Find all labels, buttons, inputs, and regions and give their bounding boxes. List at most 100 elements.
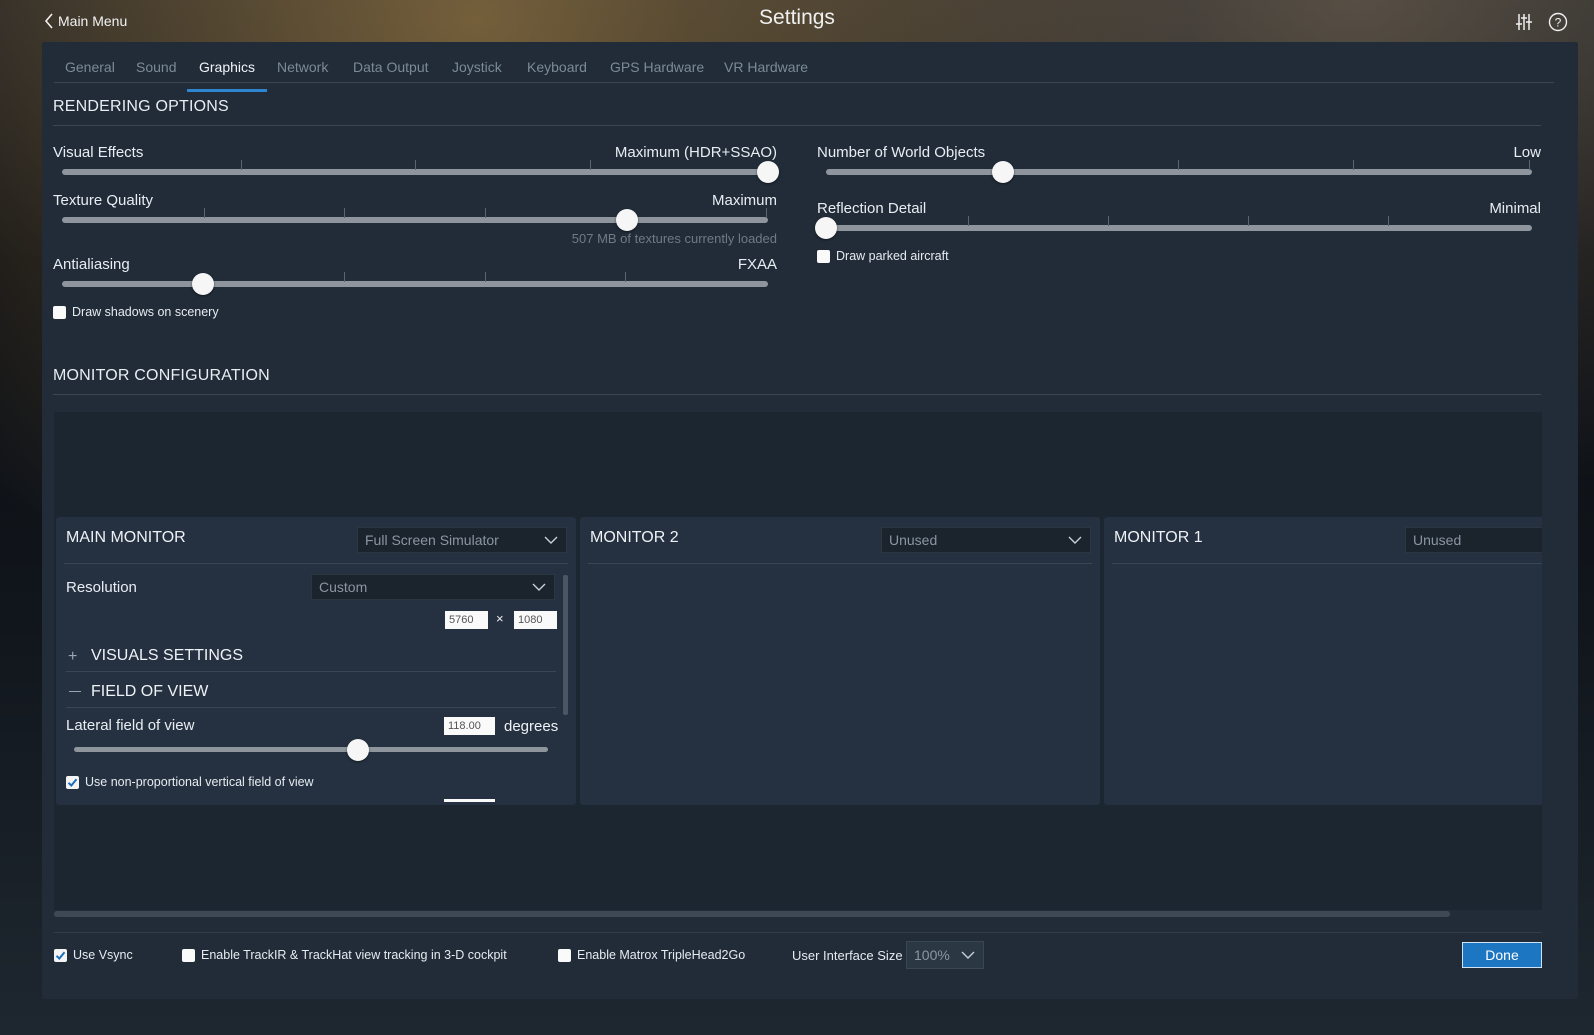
top-bar: Main Menu Settings ?: [0, 0, 1594, 42]
antialiasing-value: FXAA: [737, 256, 777, 273]
ui-size-label: User Interface Size: [792, 948, 903, 963]
world-objects-label: Number of World Objects: [817, 144, 986, 161]
trackir-checkbox[interactable]: Enable TrackIR & TrackHat view tracking …: [182, 948, 507, 962]
checkbox-box[interactable]: [182, 948, 195, 962]
visual-effects-value: Maximum (HDR+SSAO): [614, 144, 777, 161]
checkbox-box[interactable]: [817, 249, 830, 263]
visual-effects-slider-thumb[interactable]: [757, 161, 779, 183]
reflection-detail-slider-thumb[interactable]: [815, 217, 837, 239]
ui-size-dropdown[interactable]: 100%: [906, 941, 984, 969]
section-divider: [53, 394, 1541, 395]
monitor-1-card: MONITOR 1 Unused: [1104, 517, 1542, 805]
use-vsync-checkbox[interactable]: Use Vsync: [54, 948, 133, 962]
lateral-fov-slider-thumb[interactable]: [347, 739, 370, 761]
tab-general[interactable]: General: [65, 59, 115, 75]
sliders-icon[interactable]: [1514, 12, 1534, 32]
monitor-1-title: MONITOR 1: [1114, 529, 1203, 546]
tab-graphics[interactable]: Graphics: [199, 59, 255, 75]
antialiasing-slider-thumb[interactable]: [192, 273, 215, 295]
field-of-view-toggle[interactable]: FIELD OF VIEW: [91, 683, 208, 701]
minus-icon[interactable]: [69, 691, 81, 692]
world-objects-slider[interactable]: [826, 169, 1532, 175]
tab-gps-hardware[interactable]: GPS Hardware: [610, 59, 704, 75]
partial-input-field: [444, 799, 495, 802]
done-button[interactable]: Done: [1462, 942, 1542, 968]
monitor-configuration-heading: MONITOR CONFIGURATION: [53, 367, 270, 384]
resolution-mode-value: Custom: [319, 579, 368, 595]
times-sign: ×: [496, 611, 504, 626]
slider-tick: [344, 272, 345, 282]
tab-network[interactable]: Network: [277, 59, 328, 75]
textures-loaded-note: 507 MB of textures currently loaded: [571, 231, 777, 246]
main-monitor-title: MAIN MONITOR: [66, 529, 186, 546]
card-divider: [1112, 563, 1542, 564]
slider-tick: [1353, 160, 1354, 170]
plus-icon[interactable]: +: [68, 648, 77, 666]
slider-tick: [625, 272, 626, 282]
visuals-settings-toggle[interactable]: VISUALS SETTINGS: [91, 647, 243, 665]
section-divider: [53, 125, 1541, 126]
draw-parked-aircraft-checkbox[interactable]: Draw parked aircraft: [817, 249, 949, 263]
bottom-divider: [54, 932, 1542, 933]
lateral-fov-input[interactable]: 118.00: [444, 717, 495, 735]
slider-tick: [1248, 216, 1249, 226]
slider-tick: [344, 208, 345, 218]
chevron-down-icon: [1068, 536, 1082, 544]
resolution-dropdown[interactable]: Custom: [311, 574, 555, 600]
checkmark-icon: [67, 778, 78, 787]
card-divider: [66, 671, 556, 672]
non-proportional-fov-checkbox[interactable]: Use non-proportional vertical field of v…: [66, 775, 314, 789]
slider-tick: [766, 208, 767, 218]
monitor-2-mode-dropdown[interactable]: Unused: [881, 527, 1091, 553]
draw-shadows-label: Draw shadows on scenery: [72, 305, 219, 319]
slider-tick: [1178, 160, 1179, 170]
slider-tick: [1388, 216, 1389, 226]
card-divider: [64, 563, 568, 564]
monitor-area-horizontal-scrollbar[interactable]: [54, 911, 1450, 917]
checkbox-box[interactable]: [66, 775, 79, 789]
slider-tick: [1108, 216, 1109, 226]
active-tab-indicator: [187, 89, 267, 92]
monitor-2-card: MONITOR 2 Unused: [580, 517, 1100, 805]
slider-tick: [590, 160, 591, 170]
texture-quality-label: Texture Quality: [53, 192, 154, 209]
resolution-width-input[interactable]: 5760: [445, 611, 488, 629]
slider-tick: [415, 160, 416, 170]
tab-sound[interactable]: Sound: [136, 59, 176, 75]
draw-shadows-checkbox[interactable]: Draw shadows on scenery: [53, 305, 219, 319]
tab-data-output[interactable]: Data Output: [353, 59, 429, 75]
tab-joystick[interactable]: Joystick: [452, 59, 502, 75]
lateral-fov-slider[interactable]: [74, 747, 548, 752]
resolution-label: Resolution: [66, 579, 137, 596]
tab-keyboard[interactable]: Keyboard: [527, 59, 587, 75]
chevron-down-icon: [961, 951, 975, 959]
monitor-1-mode-dropdown[interactable]: Unused: [1405, 527, 1542, 553]
main-monitor-mode-value: Full Screen Simulator: [365, 532, 499, 548]
tab-vr-hardware[interactable]: VR Hardware: [724, 59, 808, 75]
slider-tick: [485, 208, 486, 218]
matrox-checkbox[interactable]: Enable Matrox TripleHead2Go: [558, 948, 745, 962]
resolution-height-input[interactable]: 1080: [514, 611, 557, 629]
slider-tick: [1529, 160, 1530, 170]
checkbox-box[interactable]: [558, 948, 571, 962]
reflection-detail-value: Minimal: [1489, 200, 1541, 217]
reflection-detail-slider[interactable]: [826, 225, 1532, 231]
antialiasing-slider[interactable]: [62, 281, 768, 287]
main-monitor-scrollbar[interactable]: [563, 575, 568, 715]
texture-quality-slider-thumb[interactable]: [615, 209, 638, 231]
checkbox-box[interactable]: [54, 948, 67, 962]
draw-parked-aircraft-label: Draw parked aircraft: [836, 249, 949, 263]
help-icon[interactable]: ?: [1548, 12, 1568, 32]
monitor-config-area: MAIN MONITOR Full Screen Simulator Resol…: [54, 412, 1542, 910]
main-monitor-mode-dropdown[interactable]: Full Screen Simulator: [357, 527, 567, 553]
svg-text:?: ?: [1555, 16, 1562, 30]
world-objects-slider-thumb[interactable]: [991, 161, 1014, 183]
main-monitor-card: MAIN MONITOR Full Screen Simulator Resol…: [56, 517, 576, 805]
texture-quality-slider[interactable]: [62, 217, 768, 223]
texture-quality-value: Maximum: [711, 192, 777, 209]
slider-tick: [968, 216, 969, 226]
trackir-label: Enable TrackIR & TrackHat view tracking …: [201, 948, 507, 962]
chevron-down-icon: [544, 536, 558, 544]
checkbox-box[interactable]: [53, 305, 66, 319]
slider-tick: [204, 208, 205, 218]
